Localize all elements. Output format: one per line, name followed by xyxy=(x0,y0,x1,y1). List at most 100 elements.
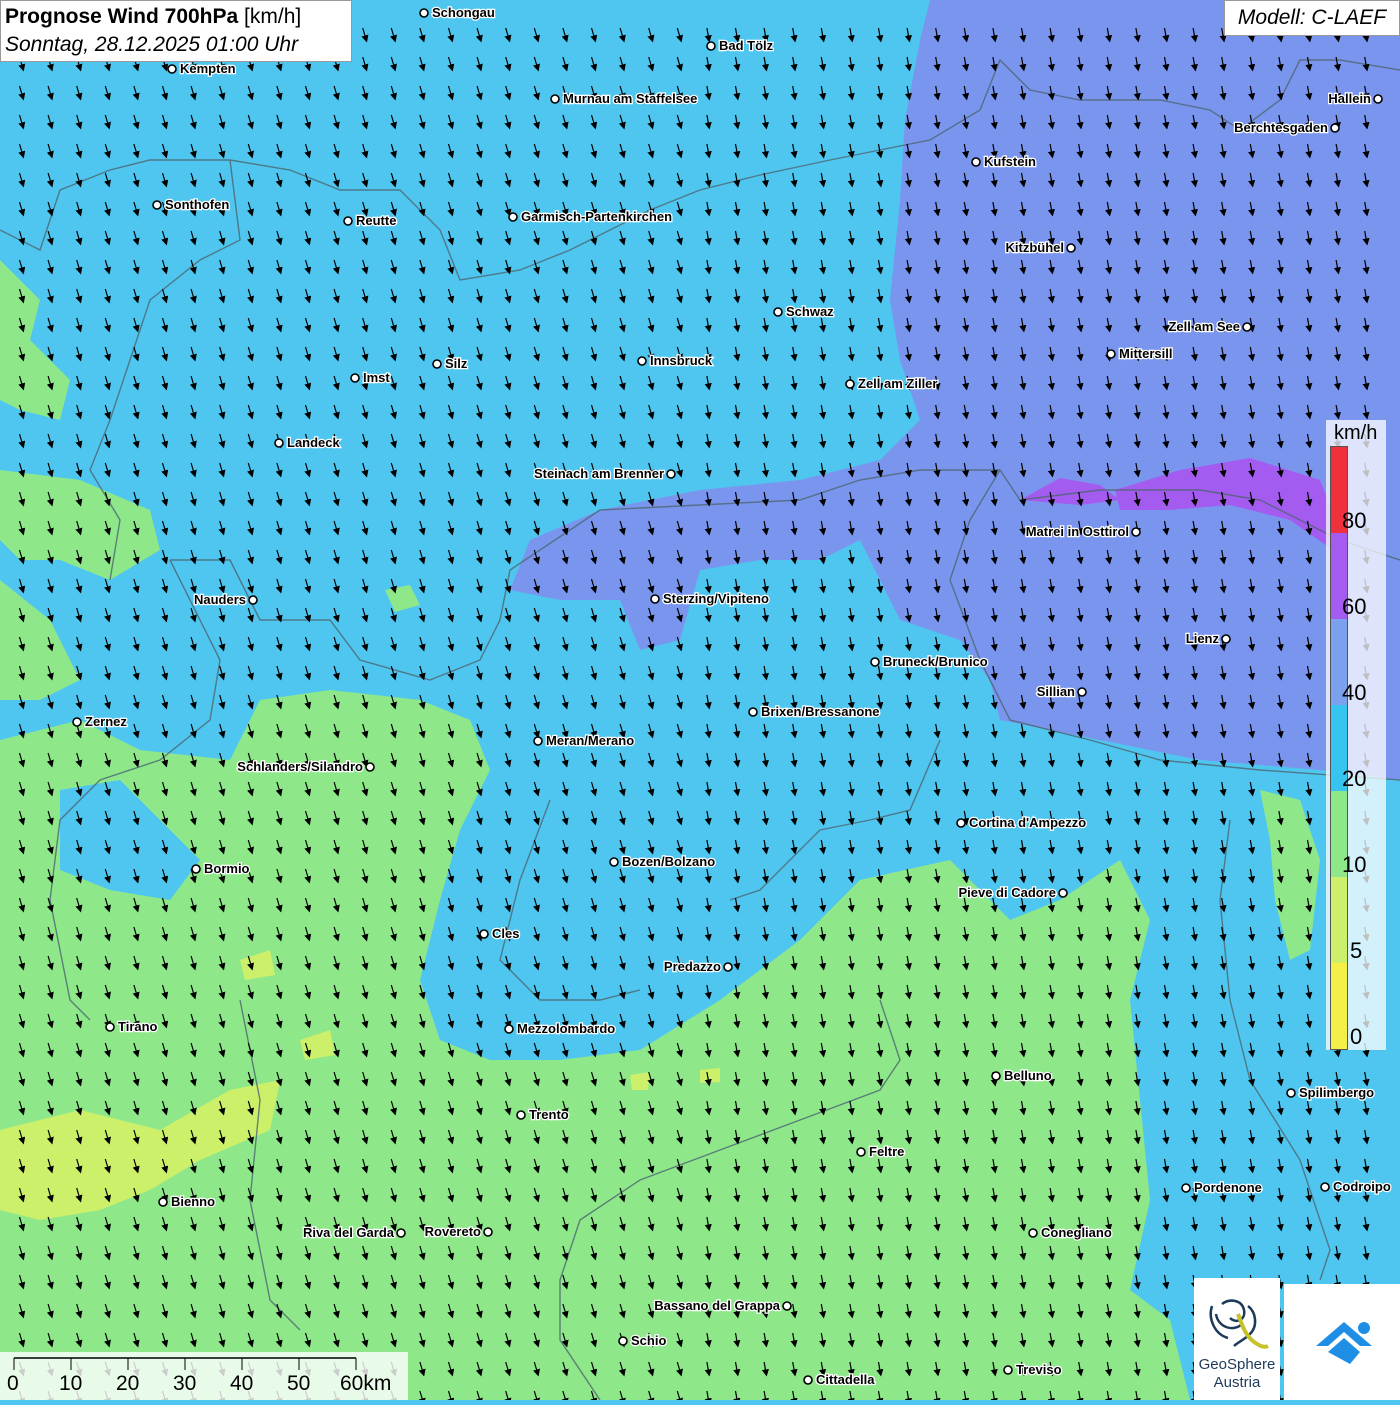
place-dot xyxy=(1330,123,1340,133)
place-label: Cles xyxy=(492,926,519,941)
title-box: Prognose Wind 700hPa [km/h] Sonntag, 28.… xyxy=(0,0,352,62)
place-dot xyxy=(1242,322,1252,332)
place-dot xyxy=(158,1197,168,1207)
place-dot xyxy=(167,64,177,74)
place-label: Schio xyxy=(631,1333,666,1348)
place-dot xyxy=(956,818,966,828)
map-title: Prognose Wind 700hPa [km/h] xyxy=(5,3,347,31)
place-dot xyxy=(72,717,82,727)
place-label: Belluno xyxy=(1004,1068,1052,1083)
place-dot xyxy=(432,359,442,369)
wind-zone-5-10 xyxy=(630,1072,650,1090)
place-label: Schwaz xyxy=(786,304,834,319)
place-dot xyxy=(1003,1365,1013,1375)
place-dot xyxy=(1077,687,1087,697)
place-label: Kempten xyxy=(180,61,236,76)
legend-segment-5 xyxy=(1331,877,1347,963)
scale-label-30: 30 xyxy=(173,1372,197,1395)
scale-label-40: 40 xyxy=(230,1372,254,1395)
place-dot xyxy=(191,864,201,874)
place-dot xyxy=(350,373,360,383)
place-label: Schongau xyxy=(432,5,495,20)
place-dot xyxy=(516,1110,526,1120)
legend-tick-0: 0 xyxy=(1350,1024,1363,1049)
place-label: Imst xyxy=(363,370,390,385)
place-label: Reutte xyxy=(356,213,396,228)
place-dot xyxy=(1028,1228,1038,1238)
place-label: Berchtesgaden xyxy=(1234,120,1328,135)
wind-map[interactable]: Schongau Bad Tölz Kempten Murnau am Staffel… xyxy=(0,0,1400,1400)
place-label: Brixen/Bressanone xyxy=(761,704,880,719)
place-label: Innsbruck xyxy=(650,353,713,368)
place-dot xyxy=(396,1228,406,1238)
place-dot xyxy=(508,212,518,222)
place-label: Bienno xyxy=(171,1194,215,1209)
place-label: Bruneck/Brunico xyxy=(883,654,988,669)
geosphere-country: Austria xyxy=(1213,1374,1261,1391)
scale-label-10: 10 xyxy=(59,1372,83,1395)
place-dot xyxy=(152,200,162,210)
place-dot xyxy=(773,307,783,317)
place-dot xyxy=(365,762,375,772)
place-dot xyxy=(479,929,489,939)
place-label: Codroipo xyxy=(1333,1179,1391,1194)
legend-tick-10: 10 xyxy=(1342,852,1367,877)
weather-app-logo[interactable] xyxy=(1284,1284,1400,1400)
place-dot xyxy=(274,438,284,448)
title-unit: [km/h] xyxy=(244,5,302,28)
place-label: Garmisch-Partenkirchen xyxy=(521,209,672,224)
place-label: Murnau am Staffelsee xyxy=(563,91,697,106)
place-dot xyxy=(856,1147,866,1157)
place-label: Kufstein xyxy=(984,154,1036,169)
place-dot xyxy=(618,1336,628,1346)
place-label: Mezzolombardo xyxy=(517,1021,615,1036)
place-dot xyxy=(748,707,758,717)
place-label: Feltre xyxy=(869,1144,904,1159)
place-label: Sonthofen xyxy=(165,197,229,212)
place-label: Lienz xyxy=(1186,631,1220,646)
place-label: Pieve di Cadore xyxy=(958,885,1056,900)
place-dot xyxy=(637,356,647,366)
place-dot xyxy=(991,1071,1001,1081)
scale-label-60km: 60km xyxy=(340,1372,392,1395)
legend-tick-20: 20 xyxy=(1342,766,1367,791)
legend-tick-80: 80 xyxy=(1342,508,1367,533)
legend-tick-40: 40 xyxy=(1342,680,1367,705)
place-dot xyxy=(870,657,880,667)
place-label: Bormio xyxy=(204,861,250,876)
place-dot xyxy=(1106,349,1116,359)
place-dot xyxy=(1131,527,1141,537)
model-label: Modell: C-LAEF xyxy=(1224,0,1400,36)
place-label: Nauders xyxy=(194,592,246,607)
place-label: Cortina d'Ampezzo xyxy=(969,815,1086,830)
place-dot xyxy=(248,595,258,605)
place-label: Hallein xyxy=(1328,91,1371,106)
weather-arrow-icon xyxy=(1316,1322,1372,1364)
place-label: Sterzing/Vipiteno xyxy=(663,591,769,606)
wind-zone-5-10 xyxy=(700,1068,720,1083)
place-dot xyxy=(105,1022,115,1032)
map-subtitle: Sonntag, 28.12.2025 01:00 Uhr xyxy=(5,33,299,56)
geosphere-logo[interactable]: GeoSphere Austria xyxy=(1194,1278,1280,1400)
place-label: Steinach am Brenner xyxy=(534,466,664,481)
place-dot xyxy=(1058,888,1068,898)
place-label: Silz xyxy=(445,356,468,371)
place-dot xyxy=(1320,1182,1330,1192)
place-dot xyxy=(803,1375,813,1385)
place-label: Zell am See xyxy=(1168,319,1240,334)
place-dot xyxy=(971,157,981,167)
geosphere-emblem-icon xyxy=(1209,1299,1269,1349)
place-dot xyxy=(550,94,560,104)
place-label: Trento xyxy=(529,1107,569,1122)
place-label: Mittersill xyxy=(1119,346,1172,361)
place-dot xyxy=(343,216,353,226)
place-label: Bassano del Grappa xyxy=(654,1298,780,1313)
place-dot xyxy=(1181,1183,1191,1193)
title-bold: Prognose Wind 700hPa xyxy=(5,5,239,28)
legend-bar xyxy=(1330,446,1348,1050)
scale-label-50: 50 xyxy=(287,1372,311,1395)
place-label: Predazzo xyxy=(664,959,721,974)
legend-tick-5: 5 xyxy=(1350,938,1363,963)
place-dot xyxy=(1066,243,1076,253)
scale-label-0: 0 xyxy=(7,1372,19,1395)
